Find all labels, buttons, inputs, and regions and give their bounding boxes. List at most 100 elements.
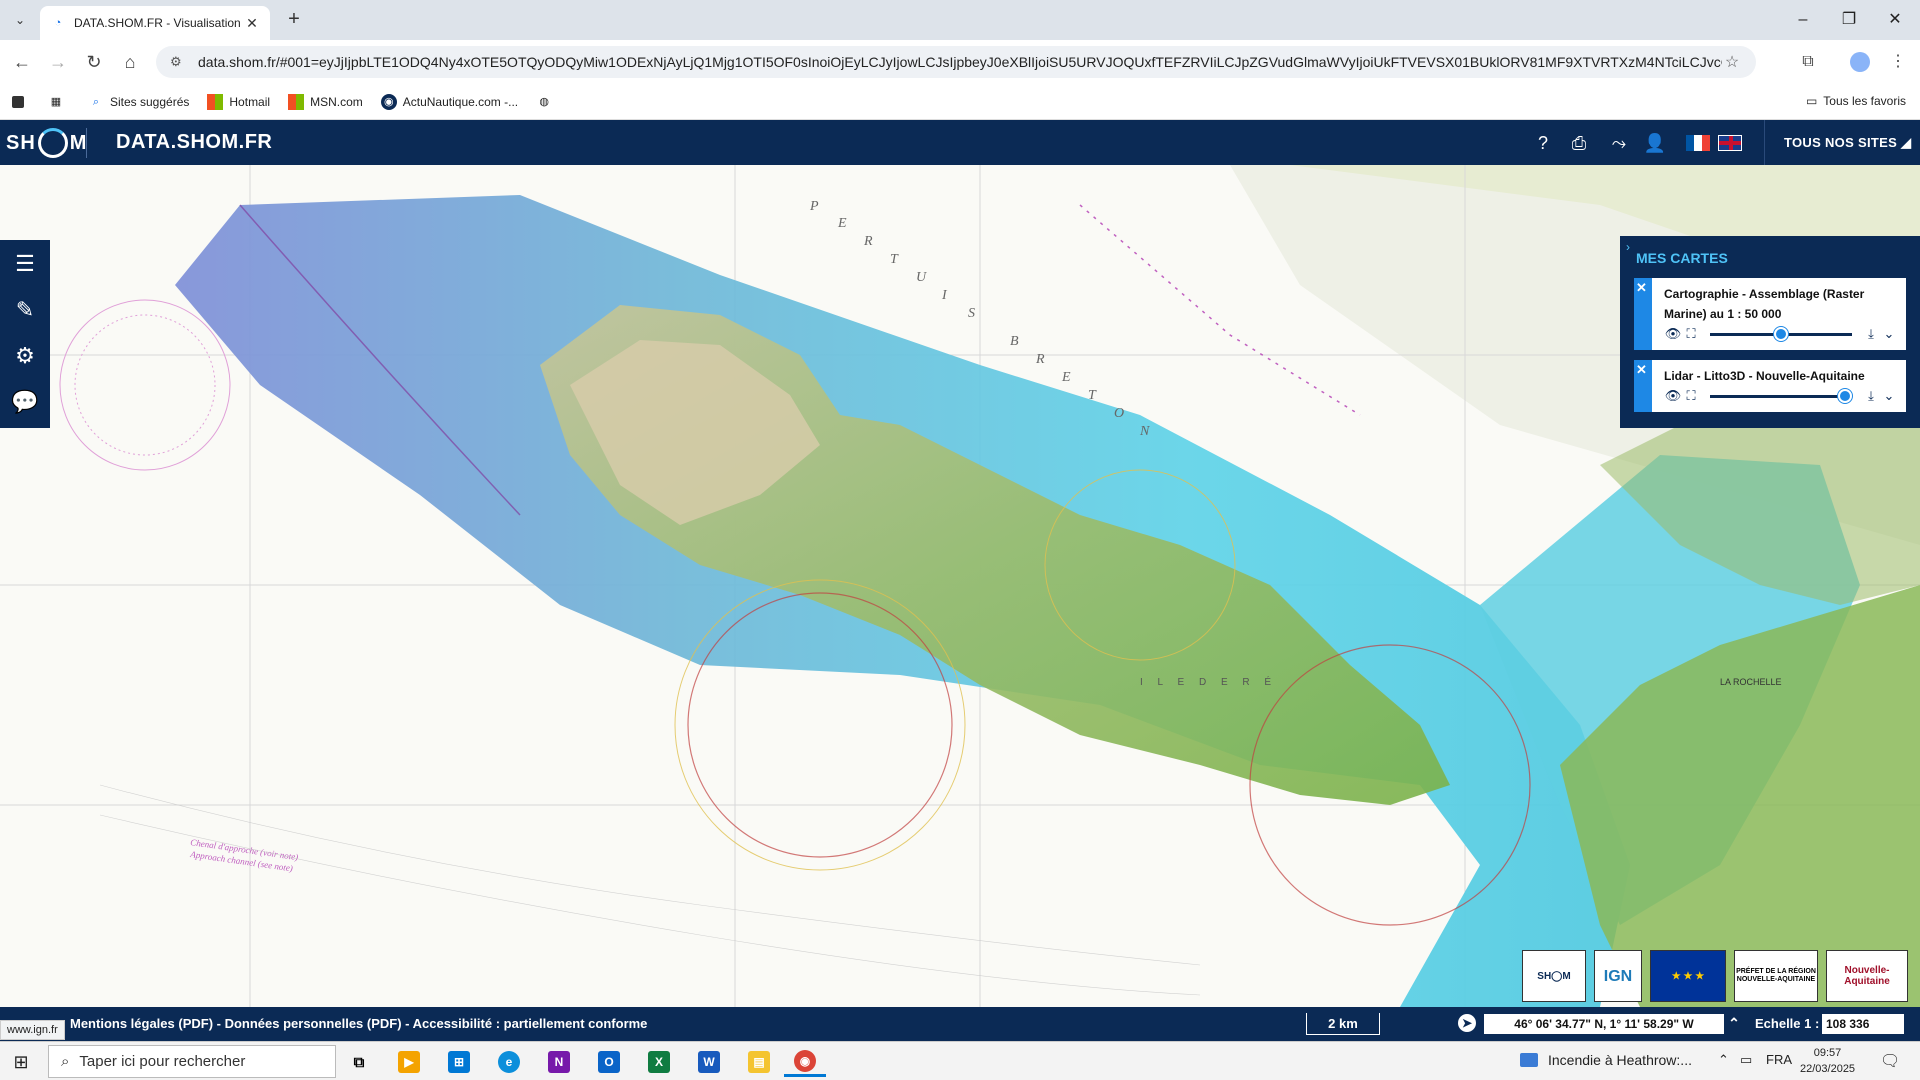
taskbar-search-input[interactable]: ⌕ Taper ici pour rechercher	[48, 1045, 336, 1078]
system-clock[interactable]: 09:57 22/03/2025	[1800, 1045, 1855, 1077]
all-bookmarks[interactable]: ▭ Tous les favoris	[1806, 94, 1906, 108]
opacity-slider[interactable]	[1710, 326, 1852, 341]
outlook-icon[interactable]: O	[590, 1047, 628, 1077]
status-url: www.ign.fr	[0, 1020, 65, 1040]
svg-text:O: O	[1114, 406, 1124, 421]
news-widget[interactable]: Incendie à Heathrow:...	[1520, 1052, 1692, 1068]
grid-apps-icon[interactable]: ▦	[48, 94, 70, 110]
visibility-eye-icon[interactable]: 👁	[1664, 326, 1682, 342]
browser-toolbar: ← → ↻ ⌂ ⚙ data.shom.fr/#001=eyJjIjpbLTE1…	[0, 40, 1920, 84]
home-icon[interactable]: ⌂	[118, 50, 142, 74]
folder-icon: ▭	[1805, 94, 1818, 108]
expand-chevron-icon[interactable]: ⌄	[1880, 326, 1898, 342]
scale-input[interactable]: 108 336	[1822, 1014, 1904, 1034]
shom-partner-logo[interactable]: SH◯M	[1522, 950, 1586, 1002]
close-window-icon[interactable]: ✕	[1872, 0, 1918, 40]
compass-icon[interactable]: ➤	[1458, 1014, 1476, 1032]
download-icon[interactable]: ⤓	[1862, 326, 1880, 342]
windows-start-icon[interactable]: ⊞	[10, 1051, 32, 1073]
notifications-icon[interactable]: 🗨	[1880, 1051, 1900, 1071]
uk-flag-icon[interactable]	[1718, 135, 1742, 151]
svg-text:T: T	[890, 252, 899, 267]
tools-icon[interactable]: ✎	[0, 288, 50, 332]
bookmark-hotmail[interactable]: Hotmail	[207, 93, 270, 110]
windows-icon	[288, 93, 305, 110]
network-icon[interactable]: ▭	[1740, 1052, 1752, 1068]
visibility-eye-icon[interactable]: 👁	[1664, 388, 1682, 404]
tab-search-chevron-icon[interactable]: ⌄	[10, 10, 30, 30]
url-text[interactable]: data.shom.fr/#001=eyJjIjpbLTE1ODQ4Ny4xOT…	[198, 54, 1722, 70]
reload-icon[interactable]: ↻	[82, 50, 106, 74]
apps-square-icon[interactable]	[12, 95, 30, 108]
svg-text:S: S	[968, 306, 975, 321]
ign-logo[interactable]: IGN	[1594, 950, 1642, 1002]
chevron-up-icon[interactable]: ⌃	[1724, 1015, 1744, 1032]
bookmarks-bar: ▦ ⌕ Sites suggérés Hotmail MSN.com ◉ ActuN…	[0, 84, 1920, 120]
tray-chevron-icon[interactable]: ⌃	[1718, 1052, 1729, 1068]
new-tab-button[interactable]: +	[282, 8, 306, 32]
help-icon[interactable]: ?	[1530, 130, 1556, 156]
back-icon[interactable]: ←	[10, 50, 34, 74]
download-icon[interactable]: ⤓	[1862, 388, 1880, 404]
prefet-logo[interactable]: PRÉFET DE LA RÉGION NOUVELLE-AQUITAINE	[1734, 950, 1818, 1002]
task-view-icon[interactable]: ⧉	[340, 1047, 378, 1077]
user-icon[interactable]: 👤	[1642, 130, 1668, 156]
language-indicator[interactable]: FRA	[1766, 1052, 1792, 1067]
print-icon[interactable]: ⎙	[1566, 130, 1592, 156]
excel-icon[interactable]: X	[640, 1047, 678, 1077]
ile-de-re-label: I L E D E R É	[1140, 675, 1277, 688]
svg-text:E: E	[1061, 370, 1071, 385]
bookmark-msn[interactable]: MSN.com	[288, 93, 363, 110]
onenote-icon[interactable]: N	[540, 1047, 578, 1077]
shom-header: SH M DATA.SHOM.FR ? ⎙ ⤳ 👤 TOUS NOS SITES …	[0, 120, 1920, 165]
remove-layer-icon[interactable]: ✕	[1636, 362, 1647, 378]
windows-icon	[207, 93, 224, 110]
media-player-icon[interactable]: ▶	[390, 1047, 428, 1077]
file-explorer-icon[interactable]: ▤	[740, 1047, 778, 1077]
my-maps-panel: › MES CARTES ✕ Cartographie - Assemblage…	[1620, 236, 1920, 428]
address-bar[interactable]: ⚙ data.shom.fr/#001=eyJjIjpbLTE1ODQ4Ny4x…	[156, 46, 1756, 78]
word-icon[interactable]: W	[690, 1047, 728, 1077]
browser-tab-bar: ⌄ ◔ DATA.SHOM.FR - Visualisation c ✕ + –…	[0, 0, 1920, 40]
edge-icon[interactable]: e	[490, 1047, 528, 1077]
opacity-slider[interactable]	[1710, 388, 1852, 403]
page-title: DATA.SHOM.FR	[116, 131, 273, 153]
svg-text:E: E	[837, 216, 847, 231]
collapse-chevron-icon[interactable]: ›	[1626, 240, 1630, 254]
nouvelle-aquitaine-logo[interactable]: Nouvelle-Aquitaine	[1826, 950, 1908, 1002]
extensions-icon[interactable]: ⧉	[1796, 50, 1820, 74]
profile-avatar-icon[interactable]	[1850, 52, 1870, 72]
zoom-extent-icon[interactable]: ⛶	[1682, 388, 1700, 404]
my-maps-title: MES CARTES	[1636, 250, 1728, 266]
all-sites-menu[interactable]: TOUS NOS SITES ◢	[1784, 135, 1911, 151]
bookmark-sites-suggeres[interactable]: ⌕ Sites suggérés	[88, 94, 189, 110]
bookmark-globe[interactable]: ◍	[536, 94, 558, 110]
chrome-icon[interactable]: ◉	[784, 1047, 826, 1077]
feedback-chat-icon[interactable]: 💬	[0, 380, 50, 424]
minimize-icon[interactable]: –	[1780, 0, 1826, 40]
close-tab-icon[interactable]: ✕	[244, 15, 260, 32]
opacity-slider-knob[interactable]	[1837, 388, 1852, 403]
eu-flag-logo[interactable]: ★ ★ ★	[1650, 950, 1726, 1002]
zoom-extent-icon[interactable]: ⛶	[1682, 326, 1700, 342]
more-menu-icon[interactable]: ⋮	[1886, 50, 1910, 74]
store-icon[interactable]: ⊞	[440, 1047, 478, 1077]
forward-icon[interactable]: →	[46, 50, 70, 74]
search-icon: ⌕	[61, 1053, 70, 1070]
remove-layer-icon[interactable]: ✕	[1636, 280, 1647, 296]
shom-logo[interactable]: SH M	[6, 128, 87, 158]
layers-icon[interactable]: ☰	[0, 242, 50, 286]
share-icon[interactable]: ⤳	[1606, 130, 1632, 156]
site-info-icon[interactable]: ⚙	[170, 54, 188, 70]
opacity-slider-knob[interactable]	[1774, 326, 1788, 341]
expand-chevron-icon[interactable]: ⌄	[1880, 388, 1898, 404]
active-tab[interactable]: ◔ DATA.SHOM.FR - Visualisation c ✕	[40, 6, 270, 40]
bookmark-actunautique[interactable]: ◉ ActuNautique.com -...	[380, 93, 518, 110]
french-flag-icon[interactable]	[1686, 135, 1710, 151]
bookmark-star-icon[interactable]: ☆	[1722, 52, 1742, 72]
svg-text:T: T	[1088, 388, 1097, 403]
restore-icon[interactable]: ❐	[1826, 0, 1872, 40]
svg-text:R: R	[1035, 352, 1045, 367]
settings-gear-icon[interactable]: ⚙	[0, 334, 50, 378]
legal-links[interactable]: Mentions légales (PDF) - Données personn…	[70, 1016, 647, 1031]
